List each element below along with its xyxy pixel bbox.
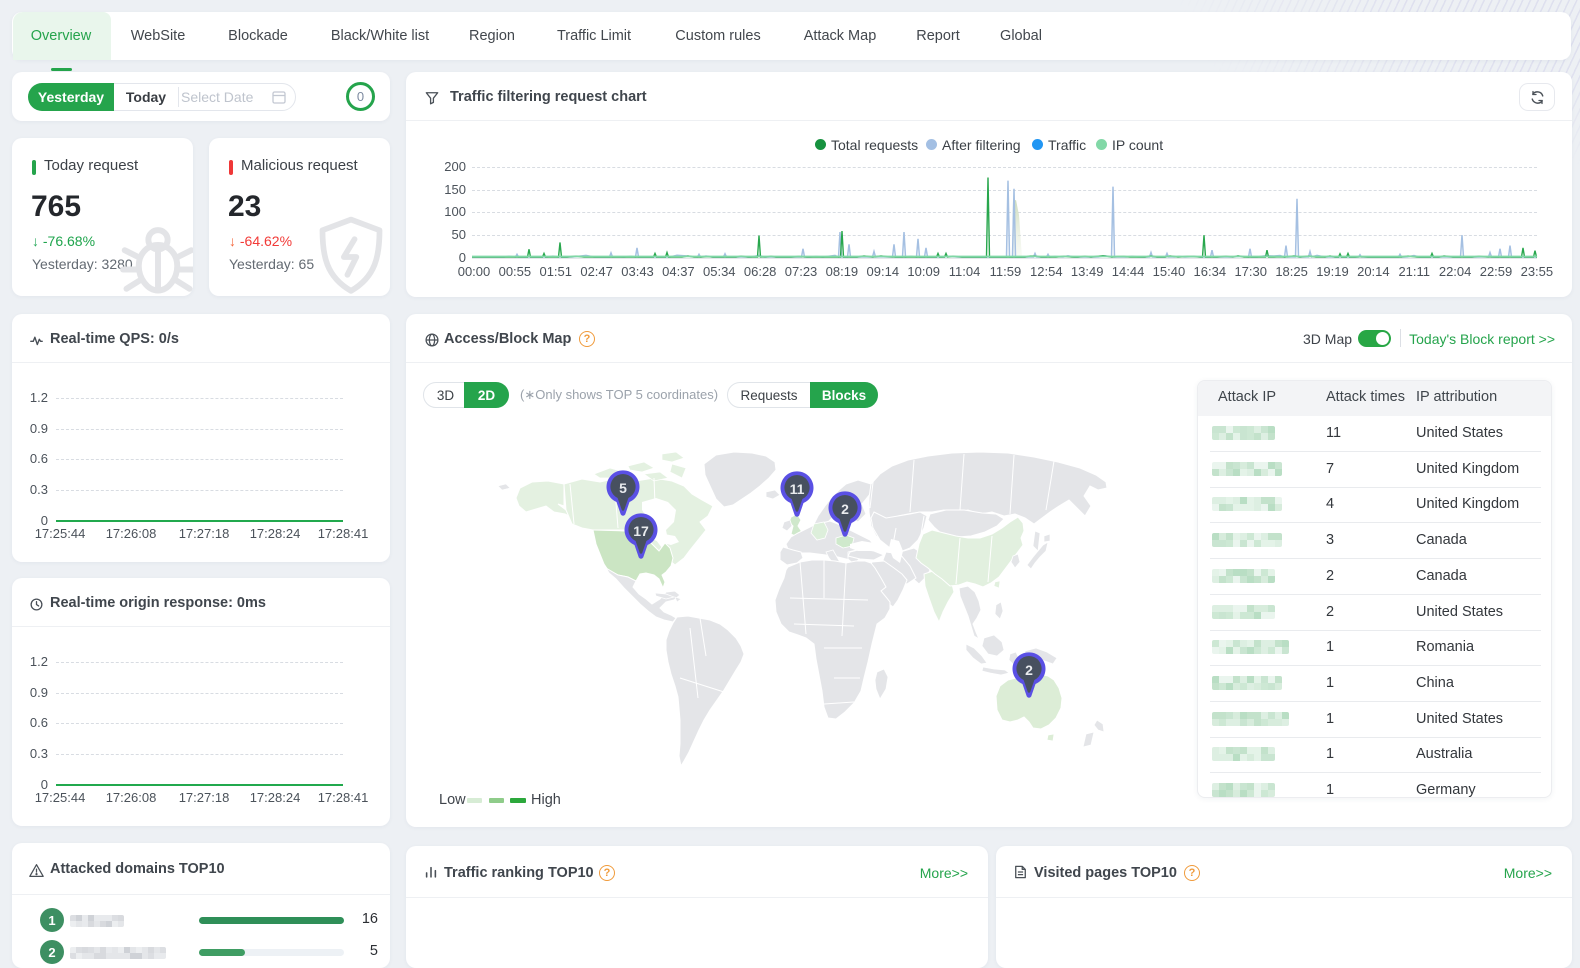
svg-text:2: 2 bbox=[841, 501, 849, 517]
svg-text:5: 5 bbox=[619, 480, 627, 496]
svg-text:11: 11 bbox=[790, 481, 805, 497]
svg-text:17: 17 bbox=[633, 523, 649, 539]
svg-text:2: 2 bbox=[1025, 662, 1033, 678]
